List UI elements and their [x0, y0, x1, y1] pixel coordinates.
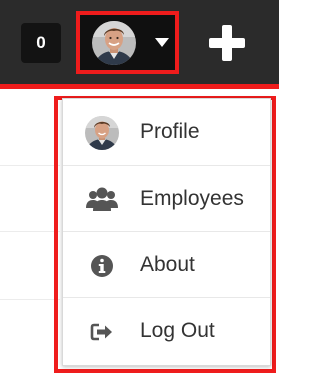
menu-item-about[interactable]: About: [63, 231, 270, 298]
users-icon: [86, 187, 118, 211]
sign-out-icon: [90, 323, 112, 341]
menu-item-profile[interactable]: Profile: [63, 99, 270, 165]
menu-item-label: About: [140, 253, 195, 276]
user-avatar-icon: [92, 21, 136, 65]
top-navigation-bar: 0: [0, 0, 279, 84]
menu-item-log-out[interactable]: Log Out: [63, 297, 270, 364]
avatar-icon: [85, 116, 119, 150]
menu-item-label: Log Out: [140, 319, 215, 342]
divider: [0, 231, 60, 232]
divider: [0, 299, 60, 300]
user-menu-toggle-button[interactable]: [76, 11, 179, 74]
info-circle-icon: [91, 255, 113, 277]
menu-item-label: Employees: [140, 187, 244, 210]
page-background: [0, 89, 60, 374]
divider: [0, 165, 60, 166]
menu-item-employees[interactable]: Employees: [63, 165, 270, 232]
menu-item-label: Profile: [140, 120, 200, 143]
user-dropdown-menu: Profile Employees About Log Out: [62, 98, 271, 366]
add-plus-button[interactable]: [205, 21, 249, 65]
chevron-down-icon: [155, 38, 169, 47]
notification-count-badge[interactable]: 0: [21, 23, 61, 63]
